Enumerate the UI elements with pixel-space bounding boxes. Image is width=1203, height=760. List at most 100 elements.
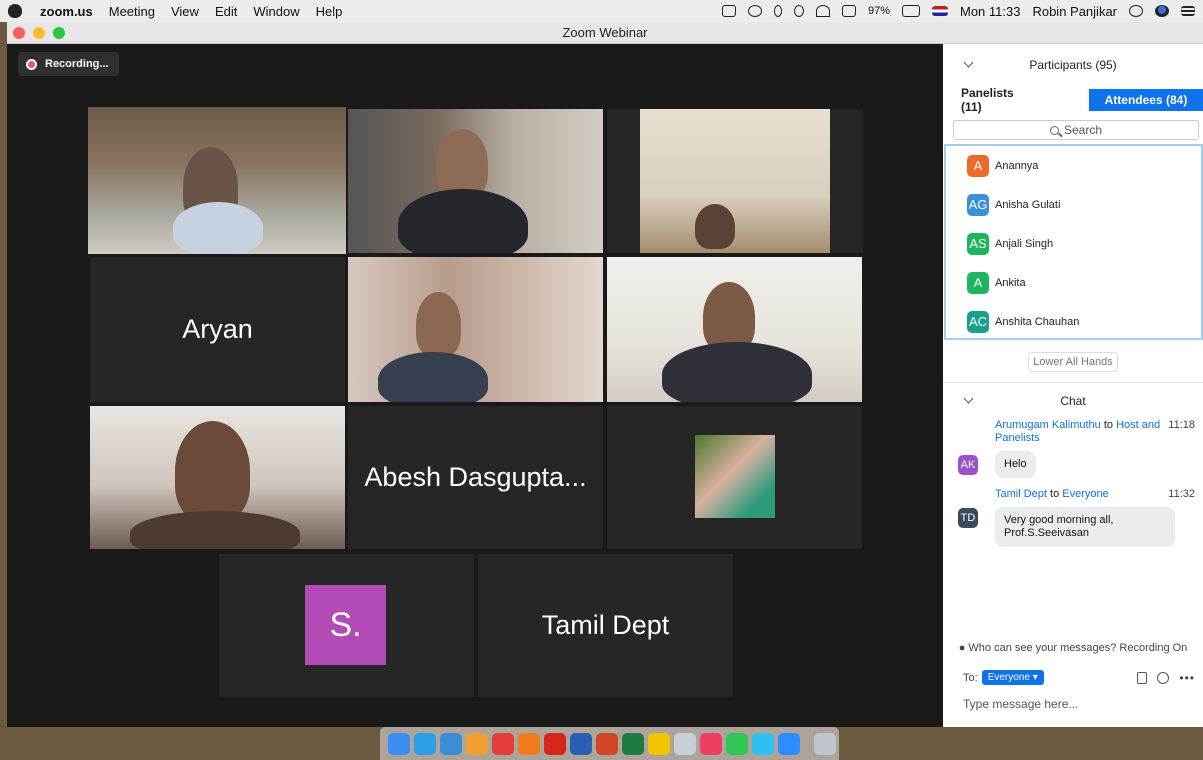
video-tile[interactable]: S. [219, 554, 474, 697]
participant-tabs: Panelists (11) Attendees (84) [943, 86, 1203, 114]
visibility-notice-text: Who can see your messages? Recording On [968, 642, 1188, 654]
attendee-name: Ankita [995, 276, 1026, 289]
participant-figure [662, 342, 812, 402]
avatar: TD [958, 508, 978, 528]
menu-meeting[interactable]: Meeting [109, 4, 155, 19]
trash-icon[interactable] [814, 732, 836, 755]
safari-icon[interactable] [414, 732, 436, 755]
time-machine-icon[interactable] [747, 5, 762, 17]
list-item[interactable]: A Ankita [946, 263, 1201, 302]
messages-icon[interactable] [752, 732, 774, 755]
list-item[interactable]: AS Anjali Singh [946, 224, 1201, 263]
acrobat-icon[interactable] [544, 732, 566, 755]
chat-message: TD Tamil Dept to Everyone 11:32 Very goo… [943, 488, 1203, 547]
chrome-icon[interactable] [492, 732, 514, 755]
input-flag-icon[interactable] [931, 6, 948, 16]
video-tile[interactable] [88, 107, 346, 254]
video-tile[interactable]: Tamil Dept [478, 554, 733, 697]
avatar: A [967, 154, 989, 177]
video-tile[interactable]: Aryan [90, 257, 345, 402]
attendee-name: Anannya [995, 159, 1039, 172]
menu-view[interactable]: View [171, 4, 199, 19]
preview-docs-icon[interactable] [674, 732, 696, 755]
siri-icon[interactable] [1155, 5, 1169, 17]
facetime-icon[interactable] [726, 732, 748, 755]
video-tile[interactable]: Abesh Dasgupta... [348, 406, 603, 549]
word-icon[interactable] [570, 732, 592, 755]
menu-edit[interactable]: Edit [215, 4, 237, 19]
window-controls [13, 27, 65, 39]
finder-icon[interactable] [388, 732, 410, 755]
airplay-icon[interactable] [841, 5, 856, 17]
menu-window[interactable]: Window [253, 4, 299, 19]
bluetooth-icon[interactable] [773, 5, 782, 17]
avatar: A [967, 271, 989, 294]
wifi-icon[interactable] [815, 5, 830, 17]
profile-picture [695, 435, 775, 518]
video-tile[interactable] [607, 109, 863, 253]
spotlight-icon[interactable] [1129, 5, 1143, 17]
avatar: AS [967, 232, 989, 255]
chevron-down-icon[interactable] [963, 393, 974, 404]
video-tile[interactable] [607, 257, 862, 402]
chat-message-input[interactable]: Type message here... [963, 697, 1078, 711]
user-name[interactable]: Robin Panjikar [1032, 4, 1117, 19]
minimize-window-button[interactable] [33, 27, 45, 39]
camera-feed [640, 109, 830, 253]
attendee-name: Anshita Chauhan [995, 315, 1080, 328]
video-tile[interactable] [90, 406, 345, 549]
lower-all-hands-button[interactable]: Lower All Hands [1028, 352, 1118, 372]
zoom-icon[interactable] [778, 732, 800, 755]
video-tile[interactable] [607, 406, 862, 549]
list-item[interactable]: A Anannya [946, 146, 1201, 185]
participant-figure [398, 189, 528, 253]
zoom-window: Zoom Webinar Recording... Aryan Abesh Da… [7, 22, 1203, 727]
books-icon[interactable] [518, 732, 540, 755]
chat-title: Chat [1060, 394, 1086, 408]
participant-figure [173, 202, 263, 254]
screen-record-icon[interactable] [721, 5, 736, 17]
recipient-row: To: Everyone ▾ ••• [963, 670, 1195, 685]
file-icon[interactable] [1137, 671, 1148, 684]
video-gallery: Recording... Aryan Abesh Dasgupta... S. … [7, 44, 943, 727]
message-to-word: to [1103, 419, 1114, 431]
message-to-word: to [1050, 488, 1060, 500]
status-area: 97% Mon 11:33 Robin Panjikar [721, 4, 1195, 19]
music-icon[interactable] [700, 732, 722, 755]
to-label: To: [963, 671, 978, 684]
video-tile[interactable] [348, 257, 603, 402]
video-tile[interactable] [348, 109, 603, 253]
menu-zoom-us[interactable]: zoom.us [40, 4, 93, 19]
excel-icon[interactable] [622, 732, 644, 755]
list-item[interactable]: AG Anisha Gulati [946, 185, 1201, 224]
message-bubble: Helo [995, 451, 1036, 478]
close-window-button[interactable] [13, 27, 25, 39]
recording-indicator[interactable]: Recording... [18, 52, 119, 76]
menu-help[interactable]: Help [316, 4, 343, 19]
chat-header: Chat [943, 383, 1203, 419]
message-time: 11:18 [1168, 419, 1195, 431]
emoji-icon[interactable] [1157, 671, 1170, 684]
chevron-down-icon[interactable] [963, 57, 974, 68]
search-placeholder: Search [1063, 123, 1103, 137]
tab-panelists[interactable]: Panelists (11) [955, 82, 1043, 118]
avatar: AG [967, 193, 989, 216]
recipient-dropdown[interactable]: Everyone ▾ [981, 670, 1044, 685]
list-item[interactable]: AC Anshita Chauhan [946, 302, 1201, 341]
more-icon[interactable]: ••• [1179, 671, 1195, 685]
message-sender: Arumugam Kalimuthu [995, 419, 1101, 431]
sidebar: Participants (95) Panelists (11) Attende… [943, 44, 1203, 727]
visibility-notice[interactable]: ● Who can see your messages? Recording O… [943, 642, 1203, 654]
maximize-window-button[interactable] [53, 27, 65, 39]
notes-icon[interactable] [648, 732, 670, 755]
apple-icon[interactable] [8, 4, 22, 18]
photos-icon[interactable] [466, 732, 488, 755]
preview-icon[interactable] [440, 732, 462, 755]
phone-icon[interactable] [793, 5, 804, 17]
battery-icon[interactable] [901, 5, 920, 17]
notification-center-icon[interactable] [1181, 6, 1195, 16]
clock[interactable]: Mon 11:33 [960, 4, 1020, 19]
tab-attendees[interactable]: Attendees (84) [1088, 89, 1203, 111]
participant-search-input[interactable]: Search [953, 120, 1199, 140]
powerpoint-icon[interactable] [596, 732, 618, 755]
